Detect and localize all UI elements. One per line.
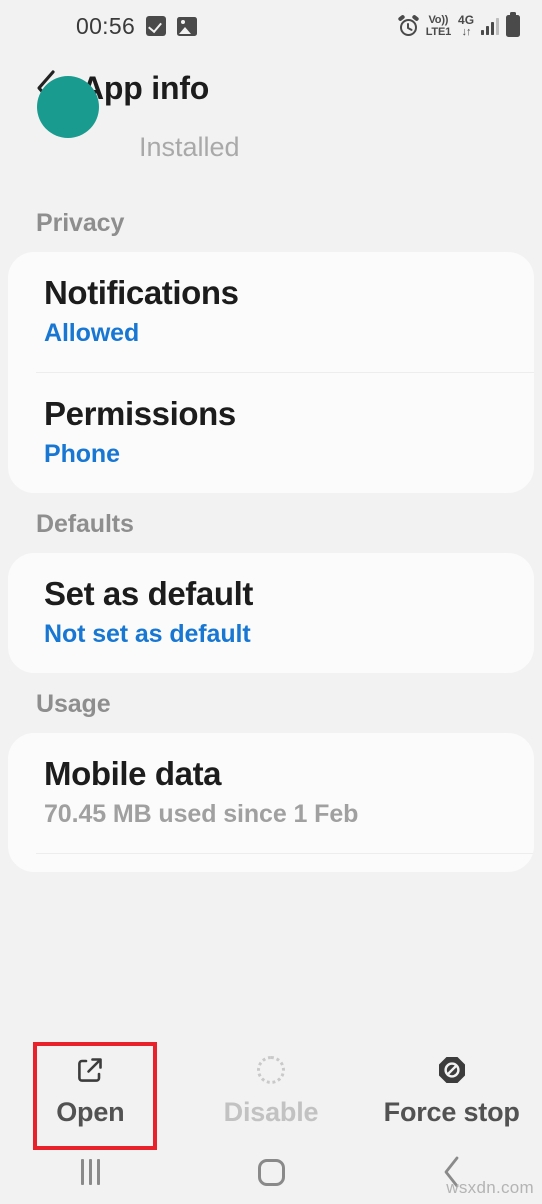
recents-button[interactable] (0, 1159, 181, 1185)
list-item-permissions[interactable]: Permissions Phone (8, 373, 534, 493)
list-item-title: Mobile data (44, 754, 222, 792)
phone-screen: 00:56 Vo)) LTE1 4G ↓↑ App info Installed… (0, 0, 542, 1204)
section-header-defaults: Defaults (36, 509, 134, 538)
app-header-partial: Installed (0, 76, 542, 192)
action-label: Open (56, 1096, 125, 1127)
volte-line1: Vo)) (428, 13, 449, 26)
action-bar: Open Disable Force stop (0, 1040, 542, 1150)
signal-icon (481, 17, 499, 35)
list-item-mobile-data[interactable]: Mobile data 70.45 MB used since 1 Feb (8, 733, 534, 853)
open-button[interactable]: Open (0, 1040, 181, 1150)
status-time: 00:56 (76, 12, 136, 39)
battery-icon (506, 12, 520, 37)
external-link-icon (74, 1053, 106, 1087)
list-item-notifications[interactable]: Notifications Allowed (8, 252, 534, 372)
list-item-title: Set as default (44, 574, 253, 612)
4g-icon: 4G ↓↑ (458, 14, 474, 38)
alarm-icon (397, 13, 420, 37)
card-privacy: Notifications Allowed Permissions Phone (8, 252, 534, 493)
list-item-set-as-default[interactable]: Set as default Not set as default (8, 553, 534, 673)
checkbox-icon (146, 16, 167, 36)
card-usage: Mobile data 70.45 MB used since 1 Feb (8, 732, 534, 872)
list-item-subtitle: Allowed (44, 318, 140, 347)
watermark: wsxdn.com (446, 1178, 534, 1197)
page-title: App info (81, 69, 210, 106)
card-defaults: Set as default Not set as default (8, 552, 534, 673)
disable-button[interactable]: Disable (181, 1040, 362, 1140)
list-item-title: Permissions (44, 394, 236, 432)
list-item-subtitle: Not set as default (44, 619, 251, 648)
status-bar-right: Vo)) LTE1 4G ↓↑ (397, 12, 520, 38)
list-item-title: Notifications (44, 274, 239, 311)
image-icon (177, 16, 198, 36)
data-arrows: ↓↑ (461, 26, 472, 38)
home-button[interactable] (181, 1158, 362, 1186)
block-octagon-icon (436, 1053, 468, 1087)
list-item-subtitle: Phone (44, 439, 120, 468)
status-bar-left: 00:56 (76, 12, 198, 40)
section-header-privacy: Privacy (36, 209, 125, 237)
action-label: Force stop (383, 1096, 520, 1127)
recents-icon (80, 1159, 100, 1185)
action-label: Disable (223, 1096, 319, 1127)
status-bar: 00:56 Vo)) LTE1 4G ↓↑ (0, 0, 542, 52)
list-item-subtitle: 70.45 MB used since 1 Feb (44, 799, 359, 828)
section-header-usage: Usage (36, 689, 111, 718)
app-install-status: Installed (139, 132, 240, 162)
data-type-label: 4G (458, 13, 475, 27)
volte-icon: Vo)) LTE1 (425, 13, 452, 38)
app-icon (37, 76, 99, 138)
home-icon (257, 1158, 285, 1186)
settings-list: Privacy Notifications Allowed Permission… (0, 192, 542, 872)
dotted-circle-icon (257, 1053, 285, 1087)
force-stop-button[interactable]: Force stop (361, 1040, 542, 1140)
volte-line2: LTE1 (425, 25, 452, 38)
